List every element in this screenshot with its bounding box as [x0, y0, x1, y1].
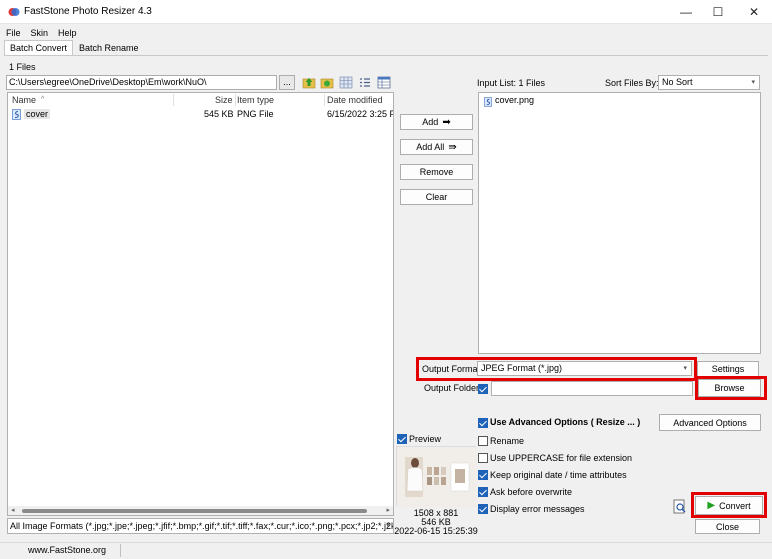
- input-file-list[interactable]: cover.png: [478, 92, 761, 354]
- rename-checkbox[interactable]: [478, 436, 488, 446]
- details-view-icon[interactable]: [377, 76, 391, 89]
- ask-overwrite-checkbox[interactable]: [478, 487, 488, 497]
- keep-date-label[interactable]: Keep original date / time attributes: [490, 470, 627, 480]
- column-date-modified[interactable]: Date modified: [327, 95, 383, 105]
- input-list-item[interactable]: cover.png: [495, 95, 534, 105]
- preview-thumbnail: [396, 446, 477, 507]
- sort-files-select[interactable]: No Sort ▾: [658, 75, 760, 90]
- tab-divider: [4, 55, 768, 56]
- chevron-down-icon: ▾: [751, 79, 755, 86]
- chevron-down-icon: ▾: [683, 365, 687, 372]
- tab-batch-convert[interactable]: Batch Convert: [4, 40, 74, 56]
- close-button[interactable]: Close: [695, 519, 760, 534]
- website-link[interactable]: www.FastStone.org: [28, 545, 106, 555]
- folder-path-input[interactable]: C:\Users\egree\OneDrive\Desktop\Em\work\…: [6, 75, 277, 90]
- status-divider: [120, 544, 121, 557]
- output-folder-label: Output Folder:: [424, 383, 482, 393]
- ask-overwrite-label[interactable]: Ask before overwrite: [490, 487, 572, 497]
- menu-file[interactable]: File: [0, 26, 25, 40]
- browse-output-button[interactable]: Browse: [698, 379, 761, 397]
- sort-files-value: No Sort: [662, 77, 693, 87]
- uppercase-extension-checkbox[interactable]: [478, 453, 488, 463]
- preview-output-icon[interactable]: [672, 499, 688, 514]
- app-logo-icon: [8, 8, 20, 16]
- menu-bar: File Skin Help: [0, 26, 81, 40]
- output-format-select[interactable]: JPEG Format (*.jpg) ▾: [477, 361, 692, 376]
- list-view-icon[interactable]: [358, 76, 372, 89]
- column-size[interactable]: Size: [215, 95, 233, 105]
- file-browser-list[interactable]: Name ^ Size Item type Date modified cove…: [7, 92, 394, 516]
- preview-label[interactable]: Preview: [409, 434, 441, 444]
- file-type-filter-select[interactable]: All Image Formats (*.jpg;*.jpe;*.jpeg;*.…: [7, 518, 394, 534]
- tab-batch-rename[interactable]: Batch Rename: [73, 40, 145, 56]
- output-format-value: JPEG Format (*.jpg): [481, 363, 563, 373]
- output-format-label: Output Format:: [422, 364, 483, 374]
- column-separator: [324, 94, 325, 106]
- file-list-header: Name ^ Size Item type Date modified: [8, 93, 393, 108]
- favorite-folder-icon[interactable]: [320, 76, 334, 89]
- scrollbar-thumb[interactable]: [22, 509, 367, 513]
- file-name: cover: [24, 109, 51, 119]
- display-errors-label[interactable]: Display error messages: [490, 504, 585, 514]
- settings-button[interactable]: Settings: [697, 361, 759, 377]
- column-separator: [235, 94, 236, 106]
- add-button[interactable]: Add ➡: [400, 114, 473, 130]
- column-item-type[interactable]: Item type: [237, 95, 274, 105]
- maximize-button[interactable]: ☐: [700, 0, 736, 24]
- png-file-icon: [484, 97, 492, 107]
- chevron-down-icon: ▾: [386, 522, 390, 529]
- scroll-right-icon[interactable]: ▸: [386, 506, 390, 514]
- file-size: 545 KB: [204, 109, 234, 119]
- png-file-icon: [12, 109, 21, 120]
- remove-button[interactable]: Remove: [400, 164, 473, 180]
- add-all-button[interactable]: Add All ⇛: [400, 139, 473, 155]
- file-type: PNG File: [237, 109, 274, 119]
- file-row[interactable]: cover 545 KB PNG File 6/15/2022 3:25 PM: [8, 108, 393, 121]
- add-all-label: Add All: [416, 142, 445, 152]
- preview-datetime: 2022-06-15 15:25:39: [394, 526, 478, 536]
- scroll-left-icon[interactable]: ◂: [11, 506, 15, 514]
- menu-skin[interactable]: Skin: [25, 26, 53, 40]
- output-folder-input[interactable]: [491, 381, 693, 396]
- tab-strip: Batch Convert Batch Rename: [4, 40, 145, 56]
- menu-help[interactable]: Help: [52, 26, 81, 40]
- advanced-options-button[interactable]: Advanced Options: [659, 414, 761, 431]
- browse-folder-button[interactable]: ...: [279, 75, 295, 90]
- play-icon: ▶: [707, 500, 716, 511]
- sort-ascending-icon: ^: [41, 96, 45, 103]
- window-title: FastStone Photo Resizer 4.3: [24, 6, 152, 17]
- files-count: 1 Files: [9, 62, 36, 72]
- horizontal-scrollbar[interactable]: ◂ ▸: [8, 506, 393, 515]
- input-list-label: Input List: 1 Files: [477, 78, 546, 88]
- output-folder-checkbox[interactable]: [478, 384, 488, 394]
- convert-button[interactable]: ▶ Convert: [695, 496, 763, 515]
- sort-files-label: Sort Files By:: [605, 78, 659, 88]
- arrow-right-icon: ➡: [442, 116, 451, 128]
- double-arrow-right-icon: ⇛: [448, 141, 457, 153]
- advanced-options-checkbox[interactable]: [478, 418, 488, 428]
- display-errors-checkbox[interactable]: [478, 504, 488, 514]
- thumbnail-view-icon[interactable]: [339, 76, 353, 89]
- rename-label[interactable]: Rename: [490, 436, 524, 446]
- close-window-button[interactable]: ✕: [736, 0, 772, 24]
- up-folder-icon[interactable]: [302, 76, 316, 89]
- minimize-button[interactable]: —: [668, 0, 704, 24]
- clear-button[interactable]: Clear: [400, 189, 473, 205]
- keep-date-checkbox[interactable]: [478, 470, 488, 480]
- status-bar: [0, 542, 772, 559]
- column-name[interactable]: Name: [12, 95, 36, 105]
- convert-label: Convert: [719, 500, 751, 511]
- column-separator: [173, 94, 174, 106]
- advanced-options-label[interactable]: Use Advanced Options ( Resize ... ): [490, 417, 640, 427]
- file-date: 6/15/2022 3:25 PM: [327, 109, 393, 119]
- add-label: Add: [422, 117, 439, 127]
- uppercase-extension-label[interactable]: Use UPPERCASE for file extension: [490, 453, 632, 463]
- preview-checkbox[interactable]: [397, 434, 407, 444]
- preview-image-icon: [397, 447, 477, 507]
